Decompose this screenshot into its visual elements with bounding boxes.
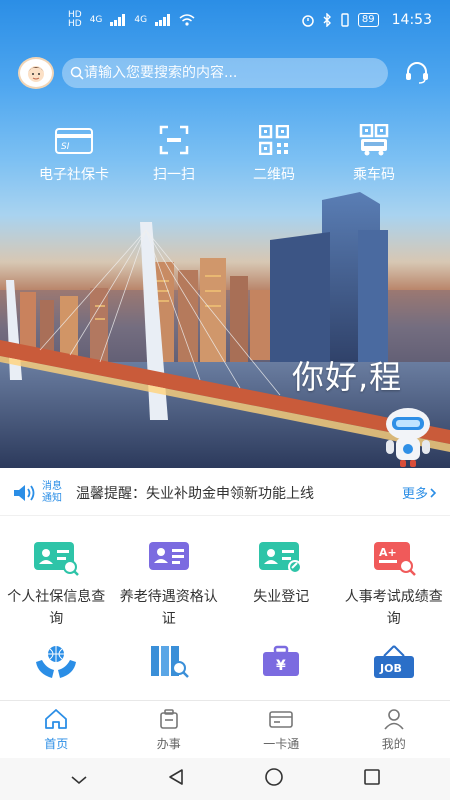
service-label: 养老待遇资格认证	[119, 589, 218, 627]
scan-icon	[154, 122, 194, 158]
recents-square-icon	[363, 769, 380, 785]
status-bar: HD HD 4G 4G 89 14:53	[0, 0, 450, 40]
quick-action-label: 电子社保卡	[39, 167, 109, 183]
home-icon	[44, 707, 68, 731]
svg-text:A+: A+	[379, 546, 397, 559]
services-grid: 个人社保信息查询 养老待遇资格认证 失业登记 A+ 人事考试成绩查询 ¥ JOB	[0, 540, 450, 680]
notice-text: 温馨提醒：失业补助金申领新功能上线	[76, 485, 314, 502]
robot-mascot[interactable]	[378, 404, 438, 472]
service-item[interactable]	[113, 644, 226, 680]
services-row: ¥ JOB	[0, 644, 450, 680]
vibrate-icon	[341, 13, 349, 27]
search-box[interactable]	[62, 58, 388, 88]
service-label: 人事考试成绩查询	[344, 589, 443, 627]
svg-text:JOB: JOB	[379, 662, 402, 675]
bus-code-icon	[354, 122, 394, 158]
back-triangle-icon	[168, 769, 183, 785]
alarm-icon	[302, 15, 314, 27]
notice-tag: 消息 通知	[42, 481, 68, 505]
customer-service-button[interactable]	[402, 58, 432, 88]
service-label: 失业登记	[253, 589, 310, 605]
unemployment-register-icon	[257, 540, 305, 576]
id-card-search-icon	[32, 540, 80, 576]
search-input[interactable]	[84, 65, 374, 81]
bluetooth-icon	[323, 13, 331, 27]
quick-action-scan[interactable]: 扫一扫	[124, 122, 224, 184]
tab-label: 首页	[44, 737, 69, 751]
quick-actions: SI 电子社保卡 扫一扫 二维码 乘车码	[0, 122, 450, 184]
svg-text:¥: ¥	[276, 658, 286, 674]
service-pension-cert[interactable]: 养老待遇资格认证	[113, 540, 226, 630]
status-right: 89 14:53	[301, 12, 432, 28]
quick-action-social-card[interactable]: SI 电子社保卡	[24, 122, 124, 184]
notice-tag-line2: 通知	[42, 492, 62, 504]
service-unemployment[interactable]: 失业登记	[225, 540, 338, 630]
service-personal-insurance[interactable]: 个人社保信息查询	[0, 540, 113, 630]
status-time: 14:53	[391, 12, 432, 28]
qr-code-icon	[254, 122, 294, 158]
search-row	[18, 57, 432, 89]
service-exam-score[interactable]: A+ 人事考试成绩查询	[338, 540, 450, 630]
battery-level: 89	[357, 13, 379, 27]
tab-label: 我的	[381, 737, 406, 751]
service-item[interactable]	[0, 644, 113, 680]
status-left: HD HD 4G 4G	[68, 11, 195, 29]
globe-hands-icon	[32, 644, 80, 680]
tab-profile[interactable]: 我的	[338, 701, 450, 758]
tab-bar: 首页 办事 一卡通 我的	[0, 700, 450, 758]
document-search-icon	[145, 644, 193, 680]
signal-bars-icon-2	[155, 14, 171, 26]
quick-action-bus[interactable]: 乘车码	[324, 122, 424, 184]
card-icon	[269, 707, 294, 731]
chevron-down-icon	[70, 775, 87, 784]
notice-more-link[interactable]: 更多	[402, 483, 438, 502]
nav-recents-button[interactable]	[363, 768, 381, 790]
tab-label: 办事	[156, 737, 181, 751]
service-item[interactable]: JOB	[338, 644, 450, 680]
tab-card[interactable]: 一卡通	[225, 701, 338, 758]
pension-cert-icon	[145, 540, 193, 576]
notice-tag-line1: 消息	[42, 480, 62, 492]
system-nav-bar	[0, 758, 450, 800]
chevron-right-icon	[430, 487, 437, 498]
nav-home-button[interactable]	[264, 767, 284, 791]
tab-label: 一卡通	[263, 737, 300, 751]
job-sign-icon: JOB	[370, 644, 418, 680]
headset-icon	[406, 62, 428, 84]
notice-bar[interactable]: 消息 通知 温馨提醒：失业补助金申领新功能上线 更多	[0, 470, 450, 516]
briefcase-icon	[157, 707, 181, 731]
services-row: 个人社保信息查询 养老待遇资格认证 失业登记 A+ 人事考试成绩查询	[0, 540, 450, 630]
social-security-card-icon: SI	[54, 122, 94, 158]
quick-action-qr[interactable]: 二维码	[224, 122, 324, 184]
service-item[interactable]: ¥	[225, 644, 338, 680]
signal-icon-2: 4G	[134, 15, 148, 25]
svg-text:SI: SI	[61, 142, 70, 152]
network-indicator: HD HD	[68, 10, 82, 29]
avatar-face-icon	[28, 66, 44, 82]
service-label: 个人社保信息查询	[7, 589, 106, 627]
yuan-briefcase-icon: ¥	[257, 644, 305, 680]
user-icon	[382, 707, 406, 731]
tab-home[interactable]: 首页	[0, 701, 113, 758]
notice-more-label: 更多	[401, 487, 428, 502]
quick-action-label: 二维码	[253, 167, 295, 183]
robot-icon	[386, 408, 430, 467]
avatar[interactable]	[18, 57, 54, 89]
quick-action-label: 乘车码	[353, 167, 395, 183]
signal-bars-icon	[110, 14, 126, 26]
speaker-icon	[14, 484, 35, 501]
quick-action-label: 扫一扫	[153, 167, 195, 183]
tab-services[interactable]: 办事	[113, 701, 226, 758]
wifi-icon	[179, 14, 195, 26]
exam-score-icon: A+	[370, 540, 418, 576]
nav-back-button[interactable]	[167, 768, 185, 790]
greeting-text: 你好,程	[292, 358, 403, 396]
search-icon	[70, 66, 84, 80]
nav-collapse-button[interactable]	[70, 770, 88, 789]
signal-icon: 4G	[89, 15, 103, 25]
home-circle-icon	[264, 768, 283, 786]
